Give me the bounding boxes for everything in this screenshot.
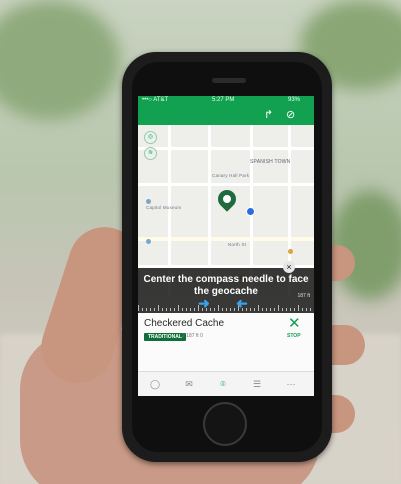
compass-ruler [138, 301, 314, 311]
compass-overlay: × Center the compass needle to face the … [138, 261, 314, 313]
cache-stats: 2 187 ft 0 [182, 333, 203, 339]
ruler-tick [154, 308, 155, 311]
ruler-tick [170, 308, 171, 311]
messages-icon[interactable]: ✉ [182, 378, 196, 390]
layers-icon[interactable]: ≋ [144, 147, 157, 160]
stop-button-label[interactable]: STOP [287, 333, 301, 339]
foliage-blur [0, 0, 120, 120]
map-label-venue: Canary Hall Park [212, 173, 250, 178]
poi-marker[interactable] [146, 239, 151, 244]
status-bar: •••○ AT&T 5:27 PM 93% [138, 96, 314, 105]
cache-card[interactable]: Checkered Cache TRADITIONAL 2 187 ft 0 ✕… [138, 313, 314, 371]
ruler-tick [186, 308, 187, 311]
ruler-tick [222, 308, 223, 311]
ruler-tick [226, 308, 227, 311]
cache-name: Checkered Cache [144, 318, 225, 329]
battery-text: 93% [288, 97, 301, 103]
photo-background: •••○ AT&T 5:27 PM 93% ↱ ⊘ SPANISH TOWN C… [0, 0, 401, 484]
ruler-tick [190, 308, 191, 311]
ruler-tick [298, 305, 299, 311]
lists-icon[interactable]: ☰ [250, 378, 264, 390]
compass-instruction: Center the compass needle to face the ge… [143, 274, 309, 297]
ruler-tick [306, 308, 307, 311]
ruler-tick [270, 308, 271, 311]
phone-screen: •••○ AT&T 5:27 PM 93% ↱ ⊘ SPANISH TOWN C… [138, 96, 314, 396]
ruler-tick [282, 308, 283, 311]
ruler-tick [214, 308, 215, 311]
user-location-dot [246, 207, 255, 216]
ruler-tick [254, 308, 255, 311]
ruler-tick [278, 305, 279, 311]
ruler-tick [262, 308, 263, 311]
map-label-north-st: North St [228, 242, 247, 247]
ruler-tick [286, 308, 287, 311]
ruler-tick [182, 308, 183, 311]
ruler-tick [210, 308, 211, 311]
profile-icon[interactable]: ◯ [148, 378, 162, 390]
ruler-tick [166, 308, 167, 311]
ruler-tick [310, 308, 311, 311]
ruler-tick [294, 308, 295, 311]
ruler-tick [138, 305, 139, 311]
ruler-tick [230, 308, 231, 311]
ruler-tick [302, 308, 303, 311]
phone-speaker [212, 78, 246, 83]
ruler-tick [274, 308, 275, 311]
share-icon[interactable]: ↱ [264, 108, 273, 122]
compass-icon[interactable]: ⊘ [286, 108, 295, 122]
tab-bar: ◯ ✉ ⌾ ☰ ⋯ [138, 371, 314, 396]
cache-type-badge: TRADITIONAL [144, 333, 186, 341]
more-icon[interactable]: ⋯ [284, 378, 298, 390]
poi-marker[interactable] [146, 199, 151, 204]
stop-icon[interactable]: ✕ [288, 316, 301, 331]
heading-readout: 187 ft [297, 293, 310, 299]
map-icon[interactable]: ⌾ [216, 378, 230, 390]
arrow-right-icon: ➜ [198, 295, 210, 311]
ruler-tick [142, 308, 143, 311]
app-bar: ↱ ⊘ [138, 105, 314, 125]
geocache-pin-icon[interactable] [214, 186, 240, 214]
ruler-tick [194, 308, 195, 311]
ruler-tick [234, 308, 235, 311]
ruler-tick [174, 308, 175, 311]
clock-text: 5:27 PM [212, 97, 235, 103]
ruler-tick [150, 308, 151, 311]
carrier-text: •••○ AT&T [142, 97, 169, 103]
ruler-tick [158, 305, 159, 311]
ruler-tick [266, 308, 267, 311]
ruler-tick [162, 308, 163, 311]
ruler-tick [218, 305, 219, 311]
map-label-spanish-town: SPANISH TOWN [250, 159, 291, 165]
ruler-tick [258, 305, 259, 311]
close-icon[interactable]: × [283, 261, 295, 273]
arrow-left-icon: ➜ [236, 295, 248, 311]
map-label-capitol: Capitol Museum [146, 205, 182, 210]
locate-icon[interactable]: ◎ [144, 131, 157, 144]
ruler-tick [146, 308, 147, 311]
home-button[interactable] [203, 402, 247, 446]
ruler-tick [290, 308, 291, 311]
poi-marker[interactable] [288, 249, 293, 254]
ruler-tick [250, 308, 251, 311]
ruler-tick [178, 305, 179, 311]
